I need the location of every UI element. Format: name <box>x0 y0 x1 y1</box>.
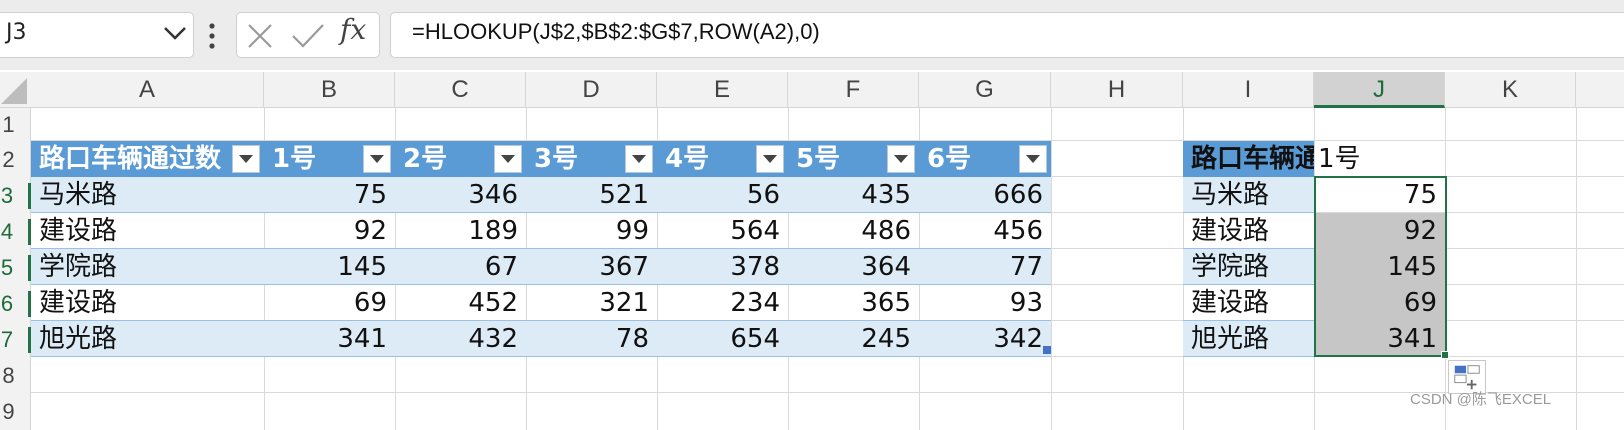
table-cell[interactable]: 建设路 <box>31 285 264 321</box>
selection-range <box>1314 176 1447 357</box>
table-cell[interactable]: 435 <box>788 177 919 213</box>
table-cell[interactable]: 654 <box>657 321 788 357</box>
insert-function-icon[interactable]: fx <box>340 13 376 53</box>
table-cell[interactable]: 145 <box>264 249 395 285</box>
table-cell[interactable]: 245 <box>788 321 919 357</box>
table-cell[interactable]: 564 <box>657 213 788 249</box>
column-header-h[interactable]: H <box>1051 72 1183 108</box>
table-cell[interactable]: 378 <box>657 249 788 285</box>
filter-dropdown-icon[interactable] <box>363 145 391 173</box>
filter-dropdown-icon[interactable] <box>494 145 522 173</box>
lookup-header-value[interactable]: 1号 <box>1314 141 1445 177</box>
table-resize-handle[interactable] <box>1043 346 1051 354</box>
column-header-j[interactable]: J <box>1314 72 1445 108</box>
table-header-cell[interactable]: 路口车辆通过数 <box>31 141 264 177</box>
table-cell[interactable]: 75 <box>264 177 395 213</box>
row-header-3[interactable]: 3 <box>0 183 31 209</box>
column-header-i[interactable]: I <box>1183 72 1314 108</box>
watermark-text: CSDN @陈飞EXCEL <box>1410 391 1552 408</box>
cancel-icon[interactable] <box>246 22 274 50</box>
filter-dropdown-icon[interactable] <box>756 145 784 173</box>
row-header-9[interactable]: 9 <box>0 399 31 425</box>
column-header-k[interactable]: K <box>1445 72 1576 108</box>
filter-dropdown-icon[interactable] <box>625 145 653 173</box>
table-cell[interactable]: 旭光路 <box>31 321 264 357</box>
table-cell[interactable]: 432 <box>395 321 526 357</box>
lookup-row-label[interactable]: 建设路 <box>1183 285 1314 321</box>
table-cell[interactable]: 建设路 <box>31 213 264 249</box>
table-cell[interactable]: 486 <box>788 213 919 249</box>
row-header-8[interactable]: 8 <box>0 363 31 389</box>
fill-handle[interactable] <box>1441 351 1449 359</box>
row-header-2[interactable]: 2 <box>0 147 31 173</box>
table-cell[interactable]: 666 <box>919 177 1051 213</box>
column-header-e[interactable]: E <box>657 72 788 108</box>
lookup-row-label[interactable]: 旭光路 <box>1183 321 1314 357</box>
table-cell[interactable]: 365 <box>788 285 919 321</box>
table-cell[interactable]: 78 <box>526 321 657 357</box>
row-header-1[interactable]: 1 <box>0 112 31 138</box>
table-cell[interactable]: 364 <box>788 249 919 285</box>
table-cell[interactable]: 341 <box>264 321 395 357</box>
chevron-down-icon[interactable] <box>160 20 190 46</box>
more-options-icon[interactable] <box>204 20 220 52</box>
grid-line <box>1051 108 1052 430</box>
column-header-c[interactable]: C <box>395 72 526 108</box>
table-cell[interactable]: 456 <box>919 213 1051 249</box>
column-header-d[interactable]: D <box>526 72 657 108</box>
row-header-4[interactable]: 4 <box>0 219 31 245</box>
table-cell[interactable]: 69 <box>264 285 395 321</box>
table-cell[interactable]: 92 <box>264 213 395 249</box>
enter-check-icon[interactable] <box>290 22 326 50</box>
lookup-row-label[interactable]: 建设路 <box>1183 213 1314 249</box>
table-cell[interactable]: 321 <box>526 285 657 321</box>
row-header-5[interactable]: 5 <box>0 255 31 281</box>
row-header-7[interactable]: 7 <box>0 327 31 353</box>
lookup-row-label[interactable]: 学院路 <box>1183 249 1314 285</box>
column-header-b[interactable]: B <box>264 72 395 108</box>
lookup-row-label[interactable]: 马米路 <box>1183 177 1314 213</box>
table-cell[interactable]: 77 <box>919 249 1051 285</box>
table-cell[interactable]: 马米路 <box>31 177 264 213</box>
table-cell[interactable]: 342 <box>919 321 1051 357</box>
table-cell[interactable]: 452 <box>395 285 526 321</box>
lookup-header-label[interactable]: 路口车辆通 <box>1183 141 1314 177</box>
table-cell[interactable]: 189 <box>395 213 526 249</box>
filter-dropdown-icon[interactable] <box>232 145 260 173</box>
column-header-g[interactable]: G <box>919 72 1051 108</box>
grid-line <box>1576 108 1577 430</box>
grid-line <box>31 392 1624 393</box>
row-header-6[interactable]: 6 <box>0 291 31 317</box>
table-cell[interactable]: 99 <box>526 213 657 249</box>
table-cell[interactable]: 346 <box>395 177 526 213</box>
table-cell[interactable]: 67 <box>395 249 526 285</box>
name-box-value: J3 <box>6 20 27 45</box>
formula-text: =HLOOKUP(J$2,$B$2:$G$7,ROW(A2),0) <box>412 19 820 44</box>
filter-dropdown-icon[interactable] <box>887 145 915 173</box>
column-header-f[interactable]: F <box>788 72 919 108</box>
table-cell[interactable]: 521 <box>526 177 657 213</box>
select-all-corner[interactable] <box>0 72 31 108</box>
filter-dropdown-icon[interactable] <box>1019 145 1047 173</box>
table-cell[interactable]: 234 <box>657 285 788 321</box>
column-header-a[interactable]: A <box>31 72 264 108</box>
table-cell[interactable]: 93 <box>919 285 1051 321</box>
table-cell[interactable]: 367 <box>526 249 657 285</box>
table-cell[interactable]: 学院路 <box>31 249 264 285</box>
table-cell[interactable]: 56 <box>657 177 788 213</box>
